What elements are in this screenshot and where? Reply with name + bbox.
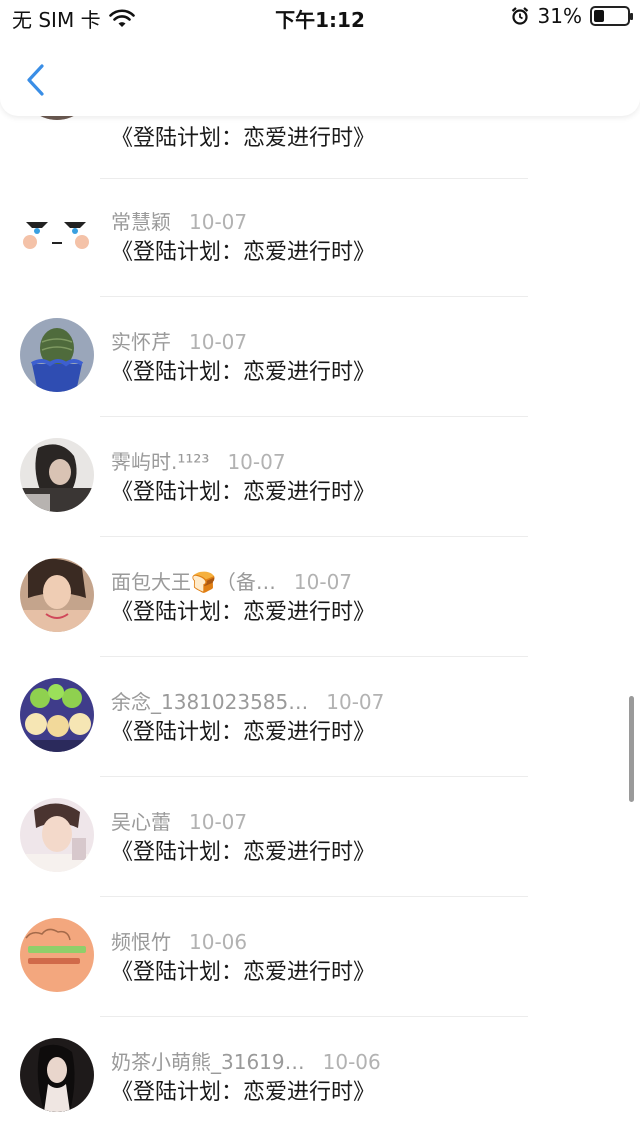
alarm-icon — [511, 7, 528, 25]
list-item[interactable]: 常慧颖 10-07 《登陆计划：恋爱进行时》 — [0, 198, 640, 318]
battery-percent: 31% — [537, 4, 582, 28]
commenter-name: 霁屿时.¹¹²³ — [111, 450, 210, 474]
comment-title: 《登陆计划：恋爱进行时》 — [111, 240, 376, 265]
commenter-name: 余念_1381023585… — [111, 690, 309, 714]
back-button[interactable] — [18, 60, 54, 100]
battery-fill — [594, 10, 604, 22]
divider — [100, 416, 528, 417]
list-item[interactable]: 奶茶小萌熊_31619… 10-06 《登陆计划：恋爱进行时》 — [0, 1038, 640, 1138]
comment-date: 10-06 — [189, 930, 248, 954]
comment-date: 10-07 — [189, 810, 248, 834]
divider — [100, 1016, 528, 1017]
nav-bar — [0, 36, 640, 116]
commenter-name: 常慧颖 — [111, 210, 171, 234]
comment-date: 10-07 — [293, 570, 353, 594]
commenter-meta: 常慧颖 10-07 — [111, 206, 247, 235]
list-item[interactable]: 面包大王🍞（备… 10-07 《登陆计划：恋爱进行时》 — [0, 558, 640, 678]
comment-date: 10-06 — [322, 1050, 381, 1074]
avatar — [20, 1038, 94, 1112]
divider — [100, 896, 528, 897]
list-item[interactable]: 霁屿时.¹¹²³ 10-07 《登陆计划：恋爱进行时》 — [0, 438, 640, 558]
avatar — [20, 198, 94, 272]
commenter-meta: 余念_1381023585… 10-07 — [111, 686, 384, 715]
avatar — [20, 798, 94, 872]
status-bar: 无 SIM 卡 下午1:12 31% — [0, 0, 640, 36]
comment-date: 10-07 — [326, 690, 385, 714]
comment-list: 《登陆计划：恋爱进行时》 常慧颖 10-07 《登陆计划：恋爱进行时》 实怀芹 10… — [0, 95, 640, 1138]
list-item[interactable]: 实怀芹 10-07 《登陆计划：恋爱进行时》 — [0, 318, 640, 438]
avatar — [20, 918, 94, 992]
commenter-meta: 奶茶小萌熊_31619… 10-06 — [111, 1046, 381, 1075]
commenter-meta: 霁屿时.¹¹²³ 10-07 — [111, 446, 286, 475]
commenter-name: 频恨竹 — [111, 930, 171, 954]
commenter-meta: 频恨竹 10-06 — [111, 926, 247, 955]
commenter-name: 吴心蕾 — [111, 810, 171, 834]
chevron-left-icon — [27, 64, 44, 96]
commenter-meta: 面包大王🍞（备… 10-07 — [111, 566, 352, 595]
avatar — [20, 678, 94, 752]
divider — [100, 296, 528, 297]
comment-title: 《登陆计划：恋爱进行时》 — [111, 360, 376, 385]
list-item[interactable]: 吴心蕾 10-07 《登陆计划：恋爱进行时》 — [0, 798, 640, 918]
avatar — [20, 318, 94, 392]
comment-title: 《登陆计划：恋爱进行时》 — [111, 720, 376, 745]
battery-icon — [590, 6, 633, 26]
list-item[interactable]: 余念_1381023585… 10-07 《登陆计划：恋爱进行时》 — [0, 678, 640, 798]
commenter-name: 奶茶小萌熊_31619… — [111, 1050, 305, 1074]
avatar — [20, 558, 94, 632]
comment-title: 《登陆计划：恋爱进行时》 — [111, 960, 376, 985]
commenter-meta: 实怀芹 10-07 — [111, 326, 247, 355]
divider — [100, 178, 528, 179]
comment-title: 《登陆计划：恋爱进行时》 — [111, 126, 376, 151]
list-item[interactable]: 频恨竹 10-06 《登陆计划：恋爱进行时》 — [0, 918, 640, 1038]
divider — [100, 776, 528, 777]
commenter-name: 实怀芹 — [111, 330, 171, 354]
commenter-name: 面包大王🍞（备… — [111, 570, 276, 594]
comment-title: 《登陆计划：恋爱进行时》 — [111, 1080, 376, 1105]
comment-title: 《登陆计划：恋爱进行时》 — [111, 840, 376, 865]
comment-date: 10-07 — [227, 450, 286, 474]
commenter-meta: 吴心蕾 10-07 — [111, 806, 247, 835]
divider — [100, 536, 528, 537]
divider — [100, 656, 528, 657]
avatar — [20, 438, 94, 512]
comment-title: 《登陆计划：恋爱进行时》 — [111, 480, 376, 505]
scrollbar-thumb[interactable] — [629, 696, 634, 802]
comment-date: 10-07 — [189, 210, 248, 234]
comment-title: 《登陆计划：恋爱进行时》 — [111, 600, 376, 625]
comment-date: 10-07 — [189, 330, 248, 354]
status-right: 31% — [510, 4, 633, 28]
